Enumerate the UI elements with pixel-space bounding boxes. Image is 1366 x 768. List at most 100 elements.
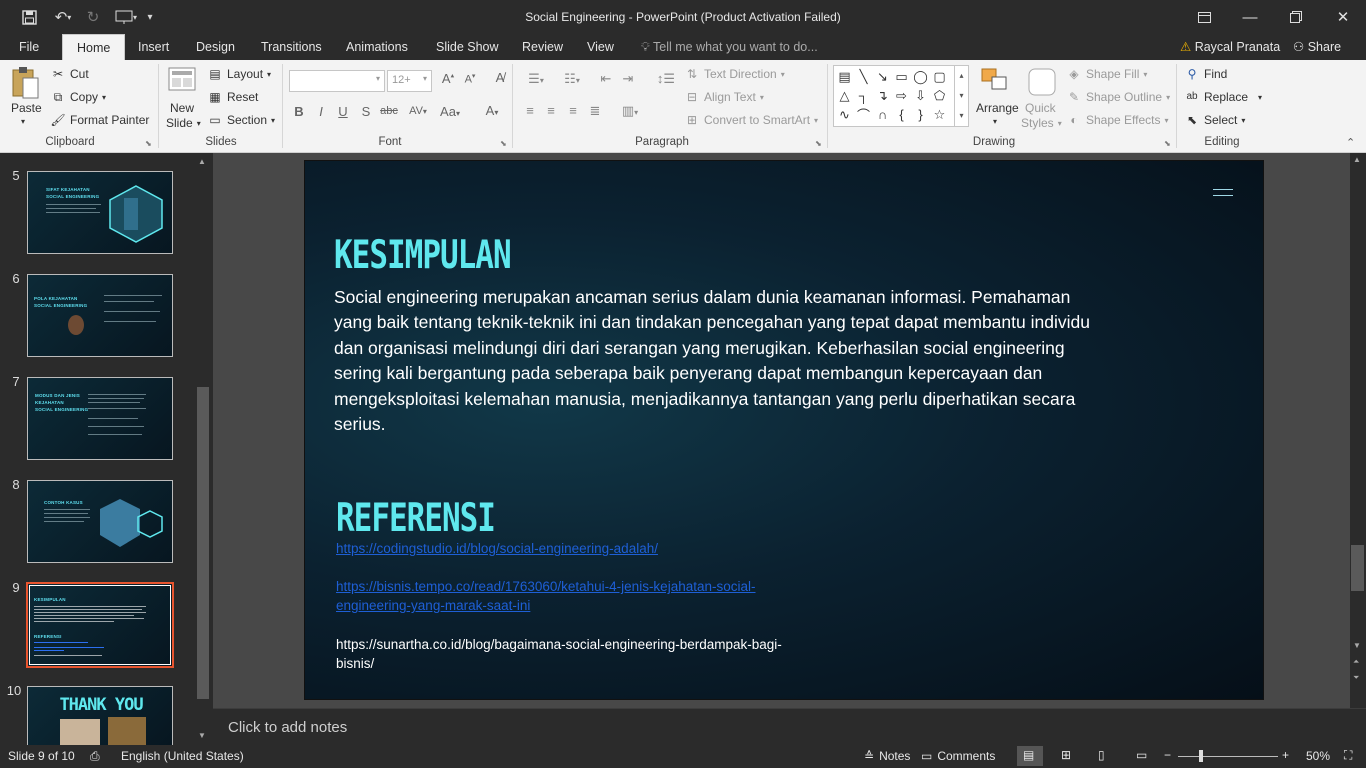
tab-view[interactable]: View [587, 34, 614, 60]
section-button[interactable]: ▭ Section ▾ [207, 112, 275, 128]
paste-button[interactable]: Paste [11, 101, 42, 115]
comments-toggle[interactable]: ▭ Comments [921, 749, 995, 763]
increase-indent-icon[interactable]: ⇥ [618, 71, 638, 87]
line-shape-icon[interactable]: ╲ [854, 67, 873, 86]
scroll-up-icon[interactable]: ▲ [1353, 155, 1361, 164]
paste-dropdown-icon[interactable]: ▾ [21, 117, 25, 126]
layout-button[interactable]: ▤ Layout ▾ [207, 66, 271, 82]
tab-review[interactable]: Review [522, 34, 563, 60]
oval-shape-icon[interactable]: ◯ [911, 67, 930, 86]
reference-link-1[interactable]: https://codingstudio.id/blog/social-engi… [336, 539, 816, 558]
new-slide-icon[interactable] [167, 66, 197, 100]
shape-outline-button[interactable]: ✎ Shape Outline ▾ [1066, 89, 1170, 105]
slide-scrollbar[interactable]: ▲ ▼ ⏶ ⏷ [1350, 153, 1366, 708]
ribbon-display-options-icon[interactable] [1181, 4, 1227, 30]
font-color-button[interactable]: A▾ [478, 103, 506, 118]
restore-icon[interactable] [1273, 4, 1319, 30]
tab-design[interactable]: Design [196, 34, 235, 60]
zoom-out-icon[interactable]: − [1164, 748, 1171, 762]
tab-animations[interactable]: Animations [346, 34, 408, 60]
underline-button[interactable]: U [333, 104, 353, 119]
shapes-gallery[interactable]: ▤ ╲ ↘ ▭ ◯ ▢ △ ┐ ↴ ⇨ ⇩ ⬠ ∿ ⌒ ∩ { } ☆ ▴ ▾ ▾ [833, 65, 969, 127]
reset-button[interactable]: ▦ Reset [207, 89, 258, 105]
cut-button[interactable]: ✂ Cut [50, 66, 89, 82]
arc-shape-icon[interactable]: ∩ [873, 105, 892, 124]
numbering-icon[interactable]: ☷▾ [556, 71, 588, 87]
tab-file[interactable]: File [19, 34, 39, 60]
scroll-thumb[interactable] [197, 387, 209, 699]
shape-effects-button[interactable]: ◐ Shape Effects ▾ [1066, 112, 1168, 128]
zoom-in-icon[interactable]: + [1282, 748, 1289, 762]
paste-icon[interactable] [10, 66, 42, 102]
share-button[interactable]: ⚇ Share [1293, 34, 1341, 60]
slide-thumbnail-10[interactable]: THANK YOU [27, 686, 173, 745]
slide-canvas[interactable]: KESIMPULAN Social engineering merupakan … [304, 160, 1264, 700]
replace-button[interactable]: ab Replace ▾ [1184, 89, 1262, 105]
reference-link-2[interactable]: https://bisnis.tempo.co/read/1763060/ket… [336, 577, 816, 615]
triangle-shape-icon[interactable]: △ [835, 86, 854, 105]
text-direction-button[interactable]: ⇅ Text Direction ▾ [684, 66, 785, 82]
strikethrough-button[interactable]: abc [377, 105, 401, 117]
reading-view-icon[interactable]: ▯ [1098, 748, 1105, 762]
arrow-line-shape-icon[interactable]: ↘ [873, 67, 892, 86]
clear-formatting-icon[interactable]: A̸ [490, 70, 510, 85]
character-spacing-button[interactable]: AV▾ [404, 105, 432, 117]
format-painter-button[interactable]: 🖌︎ Format Painter [50, 112, 149, 128]
quick-styles-icon[interactable] [1027, 67, 1057, 97]
zoom-level[interactable]: 50% [1306, 749, 1330, 763]
align-text-button[interactable]: ⊟ Align Text ▾ [684, 89, 764, 105]
pentagon-shape-icon[interactable]: ⬠ [930, 86, 949, 105]
scroll-thumb[interactable] [1351, 545, 1364, 591]
columns-icon[interactable]: ▥▾ [616, 103, 644, 119]
notes-toggle[interactable]: ≙ Notes [864, 749, 910, 763]
dialog-launcher-icon[interactable]: ⬊ [1164, 139, 1171, 148]
justify-icon[interactable]: ≣ [585, 103, 605, 119]
elbow-connector-shape-icon[interactable]: ┐ [854, 86, 873, 105]
freeform-shape-icon[interactable]: ∿ [835, 105, 854, 124]
tab-transitions[interactable]: Transitions [261, 34, 322, 60]
next-slide-icon[interactable]: ⏷ [1353, 673, 1359, 683]
star-shape-icon[interactable]: ☆ [930, 105, 949, 124]
slide-thumbnail-5[interactable]: SIFAT KEJAHATAN SOCIAL ENGINEERING [27, 171, 173, 254]
new-slide-dropdown[interactable]: Slide ▾ [166, 116, 201, 130]
slide-thumbnail-9[interactable]: KESIMPULAN REFERENSI [26, 582, 174, 668]
dialog-launcher-icon[interactable]: ⬊ [500, 139, 507, 148]
bullets-icon[interactable]: ☰▾ [520, 71, 552, 87]
spell-check-icon[interactable]: ⎙ [90, 749, 100, 764]
copy-button[interactable]: ⧉ Copy ▾ [50, 89, 106, 105]
line-spacing-icon[interactable]: ↕☰ [652, 71, 680, 87]
scroll-down-icon[interactable]: ▼ [1353, 641, 1361, 650]
slide-thumbnail-7[interactable]: MODUS DAN JENIS KEJAHATAN SOCIAL ENGINEE… [27, 377, 173, 460]
new-slide-button[interactable]: New [170, 101, 194, 115]
language-indicator[interactable]: English (United States) [121, 749, 244, 763]
slideshow-icon[interactable]: ▭ [1136, 748, 1147, 762]
quick-styles-dropdown[interactable]: Styles ▾ [1021, 116, 1062, 130]
text-box-shape-icon[interactable]: ▤ [835, 67, 854, 86]
rounded-rectangle-shape-icon[interactable]: ▢ [930, 67, 949, 86]
elbow-arrow-shape-icon[interactable]: ↴ [873, 86, 892, 105]
decrease-indent-icon[interactable]: ⇤ [596, 71, 616, 87]
user-account[interactable]: ⚠ Raycal Pranata [1180, 34, 1280, 60]
increase-font-icon[interactable]: A▴ [438, 71, 458, 86]
arrange-button[interactable]: Arrange [976, 101, 1019, 115]
tab-insert[interactable]: Insert [138, 34, 169, 60]
zoom-slider-track[interactable] [1178, 756, 1278, 757]
close-icon[interactable]: ✕ [1320, 4, 1366, 30]
scroll-up-icon[interactable]: ▲ [198, 157, 206, 166]
curve-shape-icon[interactable]: ⌒ [854, 105, 873, 124]
down-arrow-shape-icon[interactable]: ⇩ [911, 86, 930, 105]
change-case-button[interactable]: Aa▾ [436, 104, 464, 119]
fit-to-window-icon[interactable]: ⛶ [1344, 748, 1352, 763]
thumbnail-scrollbar[interactable]: ▲ ▼ [196, 155, 210, 745]
bold-button[interactable]: B [289, 104, 309, 119]
find-button[interactable]: ⚲ Find [1184, 66, 1228, 82]
shapes-gallery-scroll[interactable]: ▴ ▾ ▾ [954, 66, 968, 126]
right-arrow-shape-icon[interactable]: ⇨ [892, 86, 911, 105]
slide-body-text[interactable]: Social engineering merupakan ancaman ser… [334, 285, 1094, 437]
italic-button[interactable]: I [311, 104, 331, 119]
slide-thumbnail-8[interactable]: CONTOH KASUS [27, 480, 173, 563]
collapse-ribbon-icon[interactable]: ⌃ [1346, 136, 1355, 149]
slide-heading-referensi[interactable]: REFERENSI [336, 496, 496, 541]
rectangle-shape-icon[interactable]: ▭ [892, 67, 911, 86]
tell-me-search[interactable]: 💡︎ Tell me what you want to do... [641, 34, 818, 60]
